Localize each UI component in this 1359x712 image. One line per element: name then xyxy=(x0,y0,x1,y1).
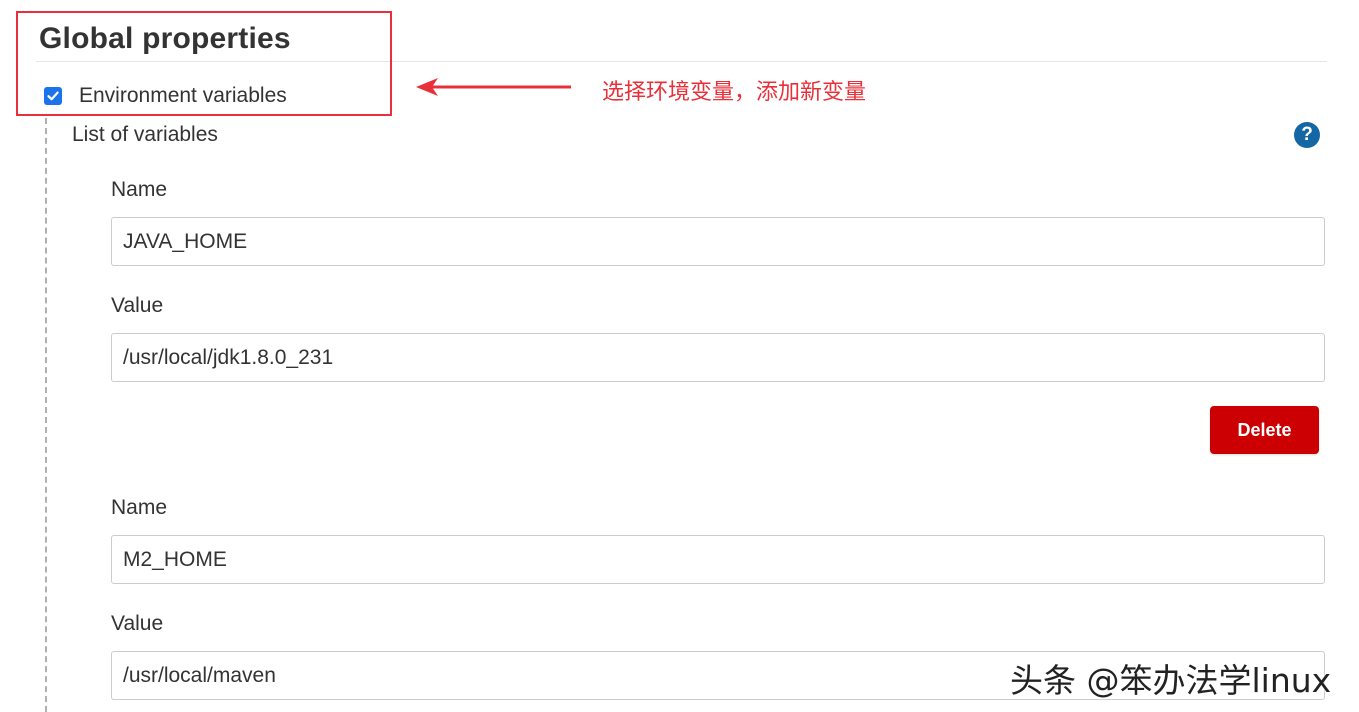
variable-2-name-input[interactable] xyxy=(111,535,1325,584)
variable-1-value-input[interactable] xyxy=(111,333,1325,382)
checkmark-icon xyxy=(47,91,59,101)
watermark-text: 头条 @笨办法学linux xyxy=(1010,661,1332,700)
environment-variables-checkbox[interactable] xyxy=(44,87,62,105)
annotation-text: 选择环境变量，添加新变量 xyxy=(602,80,867,105)
help-icon[interactable]: ? xyxy=(1294,122,1320,148)
annotation-arrow-icon xyxy=(416,78,571,96)
list-of-variables-title: List of variables xyxy=(72,123,218,146)
variable-2-name-label: Name xyxy=(111,496,168,519)
variable-2-value-label: Value xyxy=(111,612,164,635)
variable-1-name-input[interactable] xyxy=(111,217,1325,266)
nested-section-guide xyxy=(45,118,47,712)
variable-1-delete-button[interactable]: Delete xyxy=(1210,406,1319,454)
variable-1-name-label: Name xyxy=(111,178,168,201)
variable-1-value-label: Value xyxy=(111,294,164,317)
environment-variables-label[interactable]: Environment variables xyxy=(79,84,287,108)
environment-variables-option[interactable]: Environment variables xyxy=(44,84,287,108)
